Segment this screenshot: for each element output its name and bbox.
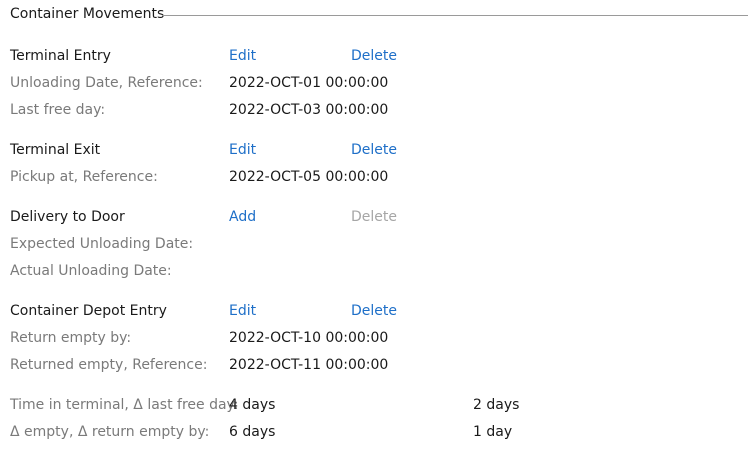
delivery-to-door-heading: Delivery to Door [10, 209, 125, 225]
section-divider [162, 15, 748, 16]
unloading-date-label: Unloading Date, Reference: [10, 75, 203, 91]
container-depot-entry-delete-link[interactable]: Delete [351, 302, 397, 320]
expected-unloading-date-label: Expected Unloading Date: [10, 236, 194, 252]
terminal-exit-heading: Terminal Exit [10, 142, 101, 158]
delta-empty-label: Δ empty, Δ return empty by: [10, 424, 210, 440]
delta-last-free-day-value: 2 days [473, 397, 520, 413]
pickup-value: 2022-OCT-05 00:00:00 [229, 169, 389, 185]
container-depot-entry-heading: Container Depot Entry [10, 303, 167, 319]
time-in-terminal-label: Time in terminal, Δ last free day: [10, 397, 239, 413]
last-free-day-label: Last free day: [10, 102, 106, 118]
section-title: Container Movements [10, 6, 165, 22]
terminal-exit-edit-link[interactable]: Edit [229, 141, 256, 159]
terminal-entry-delete-link[interactable]: Delete [351, 47, 397, 65]
terminal-entry-heading: Terminal Entry [10, 48, 111, 64]
delivery-to-door-add-link[interactable]: Add [229, 208, 256, 226]
delta-return-empty-by-value: 1 day [473, 424, 513, 440]
pickup-label: Pickup at, Reference: [10, 169, 158, 185]
delta-empty-value: 6 days [229, 424, 276, 440]
unloading-date-value: 2022-OCT-01 00:00:00 [229, 75, 389, 91]
last-free-day-value: 2022-OCT-03 00:00:00 [229, 102, 389, 118]
return-empty-by-value: 2022-OCT-10 00:00:00 [229, 330, 389, 346]
returned-empty-label: Returned empty, Reference: [10, 357, 208, 373]
terminal-entry-edit-link[interactable]: Edit [229, 47, 256, 65]
time-in-terminal-value: 4 days [229, 397, 276, 413]
returned-empty-value: 2022-OCT-11 00:00:00 [229, 357, 389, 373]
return-empty-by-label: Return empty by: [10, 330, 132, 346]
terminal-exit-delete-link[interactable]: Delete [351, 141, 397, 159]
actual-unloading-date-label: Actual Unloading Date: [10, 263, 172, 279]
delivery-to-door-delete-link: Delete [351, 209, 397, 225]
container-depot-entry-edit-link[interactable]: Edit [229, 302, 256, 320]
